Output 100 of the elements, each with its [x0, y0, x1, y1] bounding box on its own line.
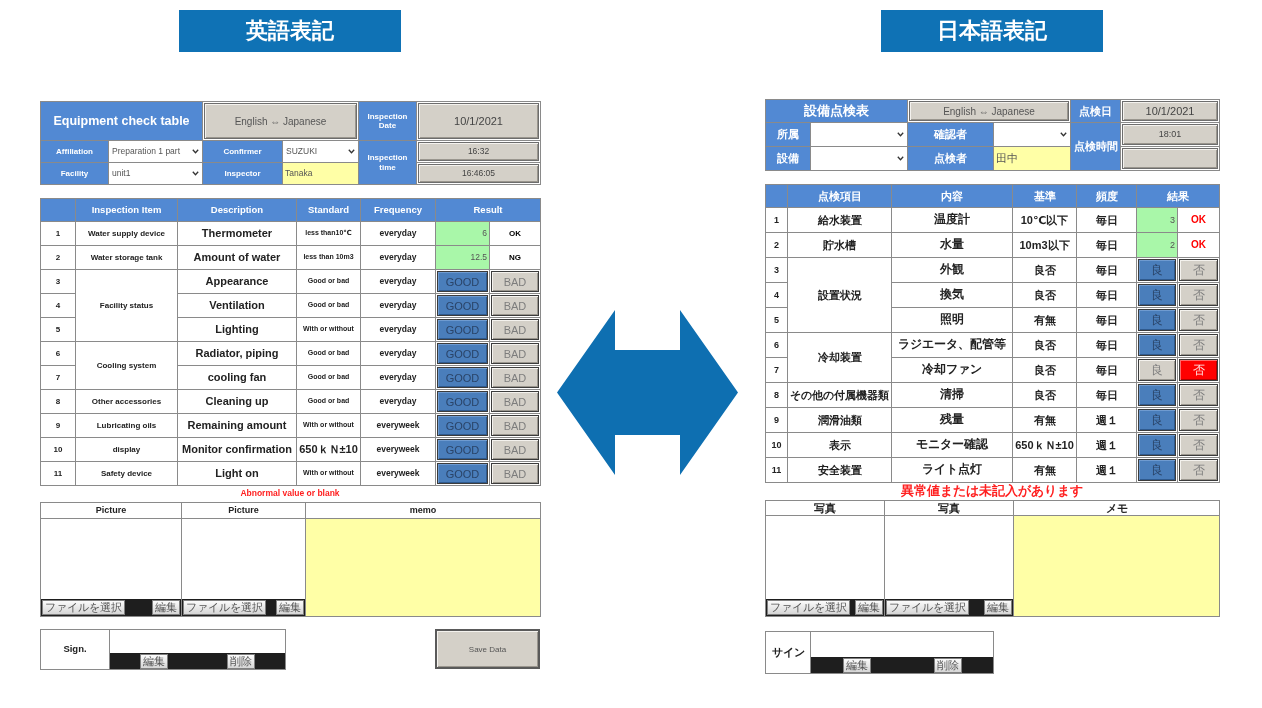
- table-cell: 換気: [891, 282, 1013, 308]
- file-select-button[interactable]: ファイルを選択: [767, 600, 850, 615]
- language-toggle-button[interactable]: English ⇔ Japanese: [204, 103, 357, 139]
- row-number: 5: [40, 317, 76, 342]
- good-button[interactable]: 良: [1138, 259, 1176, 281]
- good-button[interactable]: GOOD: [437, 463, 488, 484]
- table-cell: Lighting: [177, 317, 297, 342]
- good-button[interactable]: 良: [1138, 459, 1176, 481]
- delete-button[interactable]: 削除: [227, 653, 256, 669]
- column-header: Description: [177, 198, 297, 222]
- column-header: 内容: [891, 184, 1013, 208]
- memo-field[interactable]: [1013, 515, 1220, 617]
- row-number: 11: [765, 457, 788, 483]
- table-cell: 貯水槽: [787, 232, 892, 258]
- time-field[interactable]: [1122, 148, 1218, 169]
- edit-button[interactable]: 編集: [139, 653, 168, 669]
- date-field[interactable]: 10/1/2021: [1122, 101, 1218, 121]
- bad-button[interactable]: 否: [1179, 434, 1218, 456]
- good-button[interactable]: GOOD: [437, 391, 488, 412]
- row-number: 6: [765, 332, 788, 358]
- bad-button[interactable]: BAD: [491, 319, 539, 340]
- table-cell: ライト点灯: [891, 457, 1013, 483]
- bad-button[interactable]: 否: [1179, 309, 1218, 331]
- bad-button[interactable]: BAD: [491, 295, 539, 316]
- file-select-button[interactable]: ファイルを選択: [42, 600, 125, 615]
- bad-button[interactable]: 否: [1179, 359, 1218, 381]
- chevron-down-icon: [1060, 132, 1067, 137]
- column-header: Picture: [181, 502, 306, 519]
- table-cell: その他の付属機器類: [787, 382, 892, 408]
- good-button[interactable]: GOOD: [437, 343, 488, 364]
- table-cell: 外観: [891, 257, 1013, 283]
- value-input[interactable]: 12.5: [436, 246, 489, 269]
- table-cell: 設置状況: [787, 257, 892, 333]
- edit-button[interactable]: 編集: [855, 600, 883, 615]
- value-input[interactable]: 3: [1137, 208, 1177, 232]
- field-label: Facility: [40, 162, 109, 185]
- bad-button[interactable]: 否: [1179, 459, 1218, 481]
- table-cell: Remaining amount: [177, 413, 297, 438]
- language-toggle-button[interactable]: English ⇔ Japanese: [909, 101, 1069, 121]
- delete-button[interactable]: 削除: [933, 657, 962, 673]
- text-input[interactable]: 田中: [994, 147, 1070, 170]
- bad-button[interactable]: BAD: [491, 439, 539, 460]
- warning-text: 異常値または未記入があります: [901, 484, 1083, 499]
- good-button[interactable]: 良: [1138, 409, 1176, 431]
- bad-button[interactable]: BAD: [491, 271, 539, 292]
- table-cell: 水量: [891, 232, 1013, 258]
- memo-field[interactable]: [305, 518, 541, 617]
- chevron-down-icon: [192, 149, 199, 154]
- judgment-text: OK: [1191, 239, 1206, 251]
- bad-button[interactable]: 否: [1179, 284, 1218, 306]
- bad-button[interactable]: BAD: [491, 343, 539, 364]
- good-button[interactable]: GOOD: [437, 367, 488, 388]
- time-field[interactable]: 16:46:05: [418, 164, 539, 183]
- good-button[interactable]: GOOD: [437, 295, 488, 316]
- table-cell: cooling fan: [177, 365, 297, 390]
- table-cell: 照明: [891, 307, 1013, 333]
- save-data-button[interactable]: Save Data: [435, 629, 540, 669]
- chevron-down-icon: [897, 156, 904, 161]
- table-cell: Appearance: [177, 269, 297, 294]
- row-number: 4: [765, 282, 788, 308]
- edit-button[interactable]: 編集: [984, 600, 1012, 615]
- bad-button[interactable]: BAD: [491, 463, 539, 484]
- text-input[interactable]: Tanaka: [283, 163, 358, 184]
- row-number: 9: [765, 407, 788, 433]
- value-input[interactable]: 2: [1137, 233, 1177, 257]
- bad-button[interactable]: 否: [1179, 409, 1218, 431]
- good-button[interactable]: 良: [1138, 334, 1176, 356]
- bad-button[interactable]: 否: [1179, 259, 1218, 281]
- good-button[interactable]: GOOD: [437, 319, 488, 340]
- file-select-button[interactable]: ファイルを選択: [886, 600, 969, 615]
- value-input[interactable]: 6: [436, 222, 489, 245]
- row-number: 10: [40, 437, 76, 462]
- good-button[interactable]: 良: [1138, 434, 1176, 456]
- good-button[interactable]: 良: [1138, 284, 1176, 306]
- time-field[interactable]: 18:01: [1122, 124, 1218, 145]
- good-button[interactable]: GOOD: [437, 415, 488, 436]
- table-cell: Water storage tank: [75, 245, 178, 270]
- table-cell: ラジエータ、配管等: [891, 332, 1013, 358]
- table-cell: Light on: [177, 461, 297, 486]
- file-select-button[interactable]: ファイルを選択: [183, 600, 266, 615]
- table-cell: 安全装置: [787, 457, 892, 483]
- table-cell: 清掃: [891, 382, 1013, 408]
- table-cell: 冷却ファン: [891, 357, 1013, 383]
- good-button[interactable]: 良: [1138, 384, 1176, 406]
- row-number: 11: [40, 461, 76, 486]
- edit-button[interactable]: 編集: [842, 657, 871, 673]
- good-button[interactable]: 良: [1138, 309, 1176, 331]
- bad-button[interactable]: BAD: [491, 391, 539, 412]
- good-button[interactable]: 良: [1138, 359, 1176, 381]
- good-button[interactable]: GOOD: [437, 271, 488, 292]
- good-button[interactable]: GOOD: [437, 439, 488, 460]
- bad-button[interactable]: 否: [1179, 334, 1218, 356]
- edit-button[interactable]: 編集: [276, 600, 304, 615]
- time-field[interactable]: 16:32: [418, 142, 539, 161]
- edit-button[interactable]: 編集: [152, 600, 180, 615]
- bad-button[interactable]: 否: [1179, 384, 1218, 406]
- date-field[interactable]: 10/1/2021: [418, 103, 539, 139]
- bad-button[interactable]: BAD: [491, 415, 539, 436]
- table-cell: 潤滑油類: [787, 407, 892, 433]
- bad-button[interactable]: BAD: [491, 367, 539, 388]
